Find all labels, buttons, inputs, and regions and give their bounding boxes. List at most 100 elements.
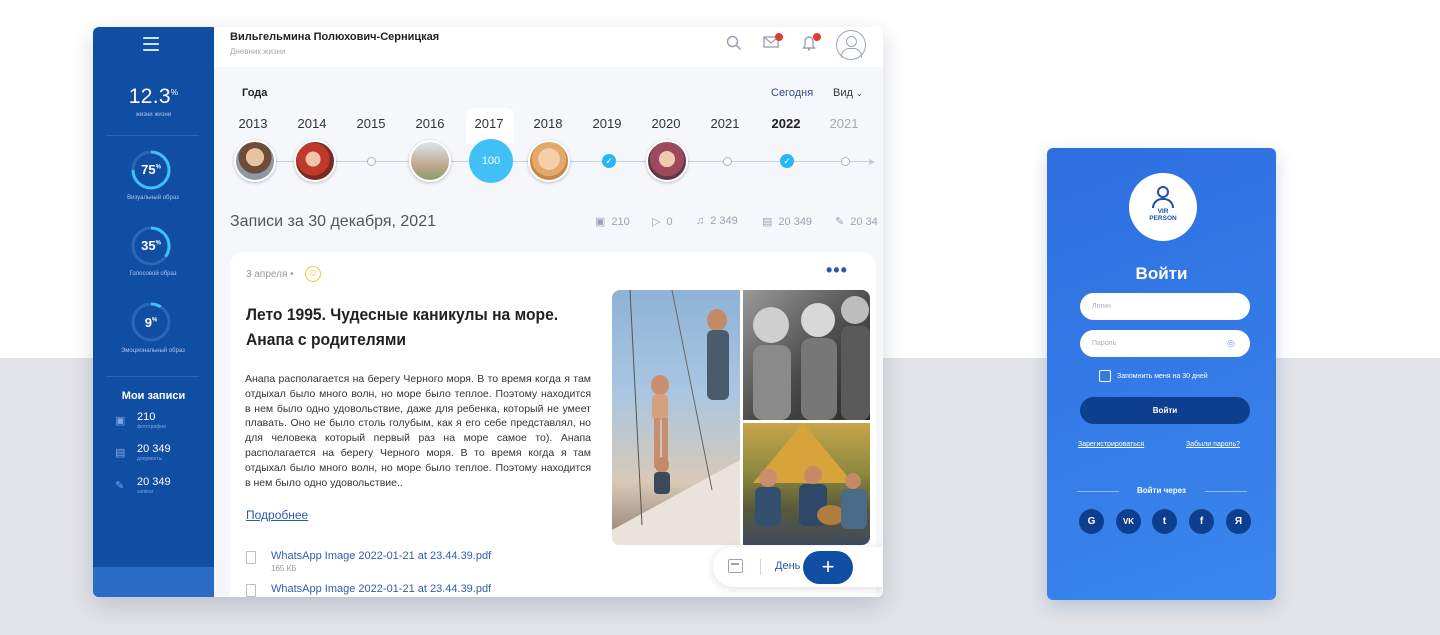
- file-name[interactable]: WhatsApp Image 2022-01-21 at 23.44.39.pd…: [271, 550, 491, 562]
- pencil-icon: ✎: [115, 480, 125, 492]
- notes-count: 20 349: [137, 476, 171, 488]
- timeline-node-2015[interactable]: [367, 157, 376, 166]
- records-date-title: Записи за 30 декабря, 2021: [230, 213, 436, 230]
- stat-notes[interactable]: ✎ 20 34: [835, 215, 878, 228]
- divider: [1205, 491, 1247, 492]
- year-next[interactable]: 2021: [824, 116, 864, 131]
- timeline-node-2022-checked[interactable]: ✓: [780, 154, 794, 168]
- password-input[interactable]: [1080, 330, 1250, 357]
- stat-photos[interactable]: ▣ 210: [595, 215, 630, 228]
- diary-app-window: 12.3% жизни жизни 75% Визуальный образ 3…: [93, 27, 883, 597]
- read-more-link[interactable]: Подробнее: [246, 508, 308, 522]
- post-photo-guitar-camp[interactable]: [743, 423, 870, 545]
- remember-label: Запомнить меня на 30 дней: [1117, 373, 1208, 380]
- emotional-image-percent: 9%: [144, 315, 158, 330]
- documents-caption: документы: [137, 456, 163, 462]
- bottom-action-bar: День: [713, 547, 883, 587]
- document-icon: ▤: [762, 216, 773, 228]
- timeline-photo-2016[interactable]: [409, 140, 451, 182]
- eye-icon[interactable]: ◎: [1227, 338, 1235, 349]
- remember-checkbox[interactable]: [1099, 370, 1111, 382]
- twitter-icon[interactable]: t: [1152, 509, 1177, 534]
- year-2019[interactable]: 2019: [587, 116, 627, 131]
- post-card: 3 апреля • ☺ ••• Лето 1995. Чудесные кан…: [230, 252, 876, 597]
- post-photo-kids[interactable]: [743, 290, 870, 420]
- divider: [107, 376, 199, 377]
- facebook-icon[interactable]: f: [1189, 509, 1214, 534]
- day-view-button[interactable]: День: [775, 560, 800, 572]
- timeline-photo-2020[interactable]: [646, 140, 688, 182]
- menu-icon[interactable]: [143, 37, 159, 51]
- timeline-photo-2014[interactable]: [294, 140, 336, 182]
- avatar[interactable]: [836, 30, 866, 60]
- more-options-icon[interactable]: •••: [826, 260, 848, 281]
- calendar-icon[interactable]: [728, 559, 743, 573]
- post-text: Анапа располагается на берегу Черного мо…: [245, 373, 591, 489]
- notes-caption: записи: [137, 489, 153, 495]
- voice-image-caption: Голосовой образ: [129, 271, 177, 277]
- file-icon: [246, 584, 256, 597]
- file-name[interactable]: WhatsApp Image 2022-01-21 at 23.44.39.pd…: [271, 583, 491, 595]
- visual-image-caption: Визуальный образ: [127, 195, 179, 201]
- document-icon: ▤: [115, 447, 126, 459]
- view-label: Вид: [833, 87, 853, 99]
- today-button[interactable]: Сегодня: [771, 87, 813, 99]
- register-link[interactable]: Зарегистрироваться: [1078, 441, 1144, 448]
- forgot-password-link[interactable]: Забыли пароль?: [1186, 441, 1240, 448]
- person-icon-body: [1152, 198, 1174, 208]
- timeline-node-future[interactable]: [841, 157, 850, 166]
- life-stat-value: 12.3%: [128, 85, 179, 108]
- view-dropdown[interactable]: Вид ⌄: [833, 87, 863, 99]
- timeline-photo-2013[interactable]: [234, 140, 276, 182]
- year-2020[interactable]: 2020: [646, 116, 686, 131]
- chevron-down-icon: ⌄: [855, 89, 863, 98]
- login-button[interactable]: Войти: [1080, 397, 1250, 424]
- post-date: 3 апреля •: [246, 269, 294, 280]
- add-record-button[interactable]: +: [803, 551, 853, 584]
- smile-icon[interactable]: ☺: [305, 266, 321, 282]
- stat-videos[interactable]: ▷ 0: [652, 215, 673, 228]
- sidebar-item-notes[interactable]: ✎ 20 349 записи: [115, 476, 205, 504]
- file-icon: [246, 551, 256, 564]
- user-name: Вильгельмина Полюхович-Серницкая: [230, 31, 440, 43]
- play-icon: ▷: [652, 216, 661, 228]
- sidebar-item-photos[interactable]: ▣ 210 фотографии: [115, 411, 205, 439]
- google-icon[interactable]: G: [1079, 509, 1104, 534]
- year-2016[interactable]: 2016: [410, 116, 450, 131]
- sidebar-footer: [93, 567, 214, 597]
- image-icon: ▣: [115, 415, 126, 427]
- file-size: 165 КБ: [271, 564, 297, 573]
- timeline-node-2021[interactable]: [723, 157, 732, 166]
- year-2018[interactable]: 2018: [528, 116, 568, 131]
- visual-image-percent: 75%: [141, 162, 161, 177]
- timeline-node-2019-checked[interactable]: ✓: [602, 154, 616, 168]
- stat-documents[interactable]: ▤ 20 349: [762, 215, 812, 228]
- post-photo-sailboat[interactable]: [612, 290, 740, 545]
- year-2013[interactable]: 2013: [233, 116, 273, 131]
- login-input[interactable]: [1080, 293, 1250, 320]
- bell-icon[interactable]: [799, 33, 821, 55]
- post-title: Лето 1995. Чудесные каникулы на море. Ана…: [246, 302, 559, 352]
- stat-audio[interactable]: ♫ 2 349: [696, 215, 738, 227]
- page-subtitle: Дневник жизни: [230, 47, 286, 56]
- year-2021[interactable]: 2021: [705, 116, 745, 131]
- sidebar: 12.3% жизни жизни 75% Визуальный образ 3…: [93, 27, 214, 597]
- mail-badge: [775, 33, 783, 41]
- sidebar-item-documents[interactable]: ▤ 20 349 документы: [115, 443, 205, 471]
- my-records-title: Мои записи: [121, 390, 186, 402]
- divider: [107, 135, 199, 136]
- year-2017[interactable]: 2017: [469, 116, 509, 131]
- year-2022[interactable]: 2022: [766, 116, 806, 131]
- yandex-icon[interactable]: Я: [1226, 509, 1251, 534]
- logo: VIR PERSON: [1129, 173, 1197, 241]
- person-icon: [1157, 186, 1169, 198]
- mail-icon[interactable]: [761, 33, 783, 55]
- vk-icon[interactable]: VK: [1116, 509, 1141, 534]
- year-2015[interactable]: 2015: [351, 116, 391, 131]
- timeline-photo-2018[interactable]: [528, 140, 570, 182]
- photos-caption: фотографии: [137, 424, 166, 430]
- timeline-node-2017-count[interactable]: 100: [469, 139, 513, 183]
- post-title-line-2: Анапа с родителями: [246, 330, 407, 349]
- year-2014[interactable]: 2014: [292, 116, 332, 131]
- search-icon[interactable]: [724, 35, 744, 55]
